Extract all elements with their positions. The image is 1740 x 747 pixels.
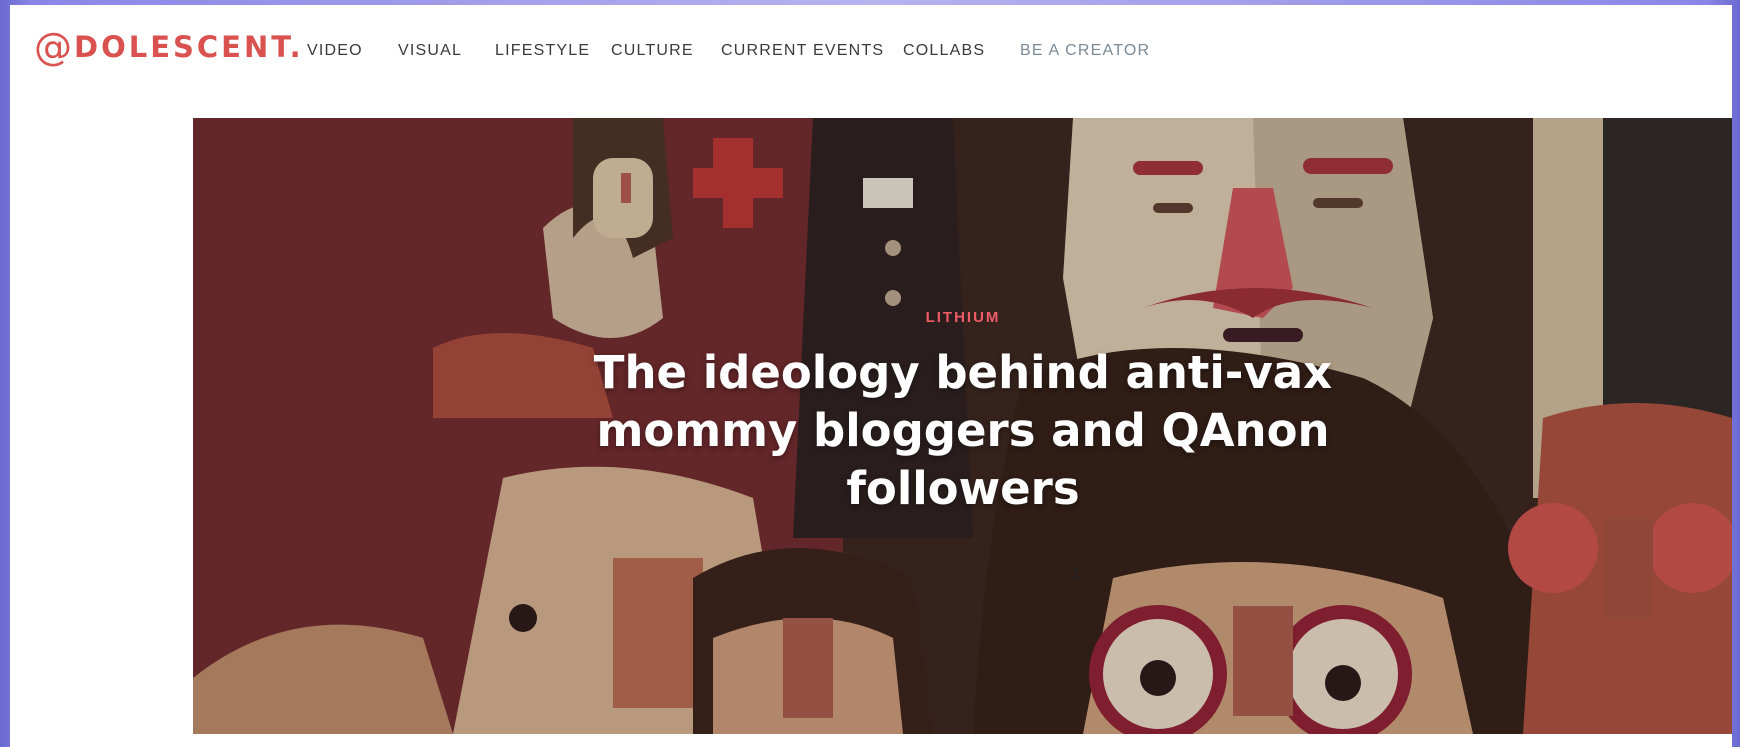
page: @ DOLESCENT. VIDEO VISUAL LIFESTYLE CULT… <box>10 5 1732 747</box>
nav-item-current-events[interactable]: CURRENT EVENTS <box>721 42 884 60</box>
hero-article-card[interactable]: LITHIUM The ideology behind anti-vax mom… <box>193 118 1732 734</box>
logo-at-symbol: @ <box>34 25 72 69</box>
text-cursor-icon: I <box>1071 564 1081 583</box>
nav-item-culture[interactable]: CULTURE <box>611 42 694 60</box>
article-title-line: followers <box>846 462 1080 515</box>
site-header: @ DOLESCENT. VIDEO VISUAL LIFESTYLE CULT… <box>10 5 1732 105</box>
article-title[interactable]: The ideology behind anti-vax mommy blogg… <box>193 344 1732 518</box>
article-title-line: mommy bloggers and QAnon <box>596 404 1330 457</box>
nav-item-visual[interactable]: VISUAL <box>398 42 462 60</box>
nav-item-be-a-creator[interactable]: BE A CREATOR <box>1020 42 1150 60</box>
nav-item-video[interactable]: VIDEO <box>307 42 363 60</box>
logo-text: DOLESCENT. <box>74 30 304 64</box>
nav-item-lifestyle[interactable]: LIFESTYLE <box>495 42 590 60</box>
article-title-line: The ideology behind anti-vax <box>593 346 1333 399</box>
site-logo[interactable]: @ DOLESCENT. <box>34 25 304 69</box>
article-category[interactable]: LITHIUM <box>193 309 1732 326</box>
nav-item-collabs[interactable]: COLLABS <box>903 42 985 60</box>
